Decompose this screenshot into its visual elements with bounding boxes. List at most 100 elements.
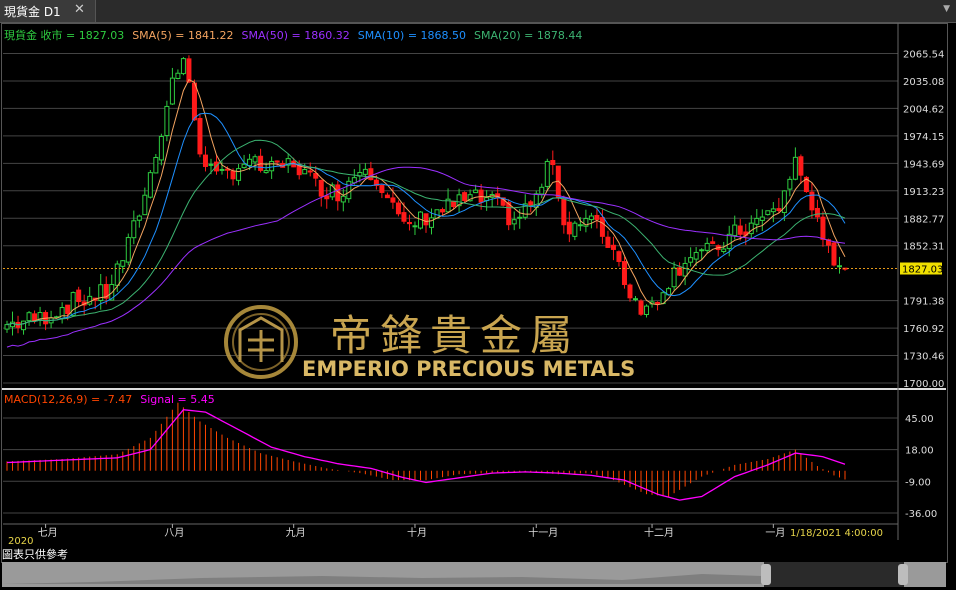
candle-body	[539, 186, 545, 195]
candle-body	[451, 200, 457, 208]
candle-body	[164, 105, 170, 137]
candle-body	[699, 249, 705, 252]
candle-body	[395, 202, 401, 215]
candle-body	[710, 241, 716, 244]
candle-body	[588, 215, 594, 221]
candle-body	[511, 219, 517, 225]
legend-entry: Signal = 5.45	[140, 393, 215, 406]
watermark-logo	[224, 305, 298, 379]
candle-body	[247, 158, 253, 167]
candle-body	[368, 168, 374, 181]
candle-body	[4, 324, 10, 330]
y-tick-label: 1700.00	[903, 379, 944, 390]
candle-body	[401, 212, 407, 222]
candle-body	[726, 233, 732, 250]
scroll-handle-left[interactable]	[761, 564, 771, 585]
y-tick-label: 1943.69	[903, 159, 944, 170]
y-tick-label: 1730.46	[903, 352, 944, 363]
x-tick-label: 十月	[407, 526, 427, 539]
candle-body	[616, 251, 622, 262]
candle-body	[732, 224, 738, 237]
chart-canvas: 帝鋒貴金屬 EMPERIO PRECIOUS METALS 2065.54 203…	[2, 23, 946, 547]
current-price-label: 1827.03	[902, 265, 943, 276]
candle-body	[379, 185, 385, 193]
candle-body	[776, 208, 782, 212]
candle-body	[10, 321, 16, 328]
candle-body	[180, 58, 186, 75]
y-tick-label: 1913.23	[903, 187, 944, 198]
x-tick-label: 八月	[164, 527, 184, 539]
candle-body	[302, 169, 308, 175]
candle-body	[274, 160, 280, 163]
candle-body	[76, 289, 82, 302]
y-tick-label: 1791.38	[903, 297, 944, 308]
candle-body	[390, 197, 396, 203]
candle-body	[792, 156, 798, 180]
candle-body	[473, 189, 479, 194]
last-time-label: 1/18/2021 4:00:00	[790, 528, 883, 539]
y-tick-label: 2065.54	[903, 50, 944, 61]
candle-body	[236, 168, 242, 181]
scroll-handle-right[interactable]	[898, 564, 908, 585]
candle-body	[633, 298, 638, 301]
horizontal-scrollbar[interactable]	[2, 562, 946, 587]
candle-body	[440, 209, 446, 213]
candle-body	[655, 301, 661, 304]
candle-body	[561, 198, 567, 226]
candle-body	[153, 157, 159, 174]
candle-body	[147, 172, 153, 198]
y-tick-label: 1760.92	[903, 324, 944, 335]
candle-body	[594, 214, 600, 220]
candle-body	[836, 265, 842, 268]
candle-body	[230, 170, 236, 180]
sma-line	[6, 79, 846, 326]
candle-body	[610, 244, 616, 250]
y-tick-label: 18.00	[905, 446, 934, 457]
candle-body	[638, 300, 644, 315]
candle-body	[131, 220, 137, 239]
candle-body	[566, 221, 572, 235]
macd-panel	[6, 402, 846, 501]
x-tick-label: 七月	[38, 527, 58, 539]
y-tick-label: -9.00	[905, 477, 931, 488]
candle-body	[269, 160, 275, 172]
candle-body	[765, 210, 771, 216]
candle-body	[682, 262, 688, 277]
candle-body	[787, 178, 793, 190]
axes: 2065.54 2035.08 2004.62 1974.15 1943.69 1913.…	[8, 50, 944, 547]
candle-body	[831, 242, 837, 266]
candle-body	[721, 248, 727, 253]
candle-body	[87, 295, 93, 305]
y-tick-label: 45.00	[905, 414, 934, 425]
x-tick-label: 十一月	[528, 526, 558, 539]
candle-body	[263, 170, 269, 174]
candle-body	[26, 312, 32, 322]
y-tick-label: 1882.77	[903, 214, 944, 225]
y-tick-label: 1974.15	[903, 132, 944, 143]
candle-body	[158, 135, 164, 161]
candle-body	[191, 82, 197, 121]
candle-body	[32, 313, 38, 322]
candle-body	[136, 215, 142, 221]
candle-body	[241, 163, 247, 169]
candle-body	[599, 217, 605, 237]
x-tick-label: 一月	[765, 527, 785, 539]
candle-body	[506, 202, 512, 226]
candle-body	[605, 236, 611, 248]
candle-body	[621, 261, 627, 286]
candle-body	[429, 217, 435, 228]
candle-body	[21, 320, 27, 331]
candle-body	[704, 242, 710, 251]
candle-body	[820, 216, 826, 240]
candle-body	[572, 222, 578, 237]
candle-body	[754, 217, 760, 225]
legend-entry: 現貨金 收市 = 1827.03	[4, 28, 124, 42]
candle-body	[197, 117, 203, 155]
candle-body	[528, 201, 534, 206]
candle-body	[340, 195, 346, 203]
y-tick-label: -36.00	[905, 509, 937, 520]
candle-body	[759, 216, 765, 221]
candle-body	[406, 221, 412, 225]
candle-body	[693, 251, 699, 260]
grid	[2, 23, 946, 540]
